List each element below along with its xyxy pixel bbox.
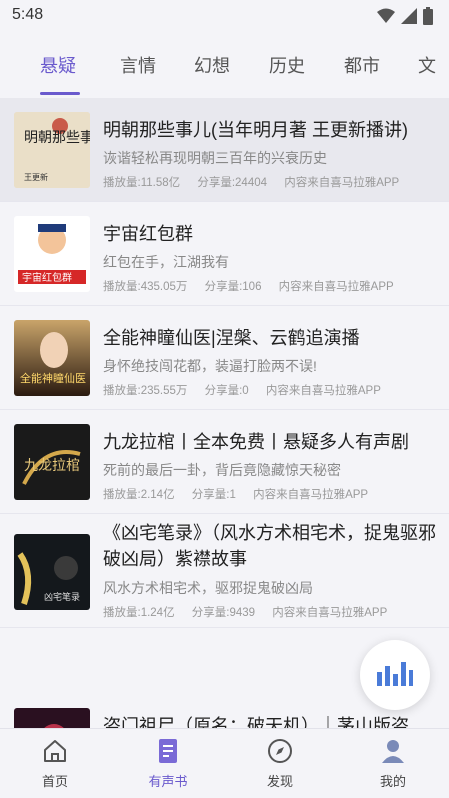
equalizer-icon: [376, 660, 414, 691]
play-count: 播放量:1.24亿: [103, 607, 175, 619]
book-title: 明朝那些事儿(当年明月著 王更新播讲): [103, 120, 408, 140]
cover-author-text: 王更新: [24, 172, 48, 182]
tab-history[interactable]: 历史: [269, 52, 305, 78]
book-cover: 凶宅笔录: [14, 534, 90, 610]
home-icon: [41, 737, 69, 765]
tab-literature[interactable]: 文: [418, 52, 436, 78]
play-count: 播放量:435.05万: [103, 281, 188, 293]
book-cover: 明朝那些事儿 王更新: [14, 112, 90, 188]
share-count: 分享量:9439: [191, 607, 256, 619]
book-cover: 九龙拉棺: [14, 424, 90, 500]
book-meta: 播放量:435.05万 分享量:106 内容来自喜马拉雅APP: [103, 278, 443, 294]
list-item[interactable]: 宇宙红包群 宇宙红包群 红包在手，江湖我有 播放量:435.05万 分享量:10…: [0, 202, 449, 306]
book-description: 红包在手，江湖我有: [103, 254, 229, 270]
wifi-icon: [377, 8, 395, 29]
book-cover: [14, 708, 90, 728]
nav-profile[interactable]: 我的: [348, 737, 438, 790]
book-title: 九龙拉棺丨全本免费丨悬疑多人有声剧: [103, 432, 409, 452]
nav-discover-label: 发现: [266, 774, 293, 789]
cover-title-text: 明朝那些事儿: [24, 130, 90, 146]
tab-urban[interactable]: 都市: [344, 52, 380, 78]
content-source: 内容来自喜马拉雅APP: [253, 489, 369, 501]
book-meta: 播放量:2.14亿 分享量:1 内容来自喜马拉雅APP: [103, 486, 443, 502]
content-source: 内容来自喜马拉雅APP: [278, 281, 394, 293]
book-title: 全能神瞳仙医|涅槃、云鹤追演播: [103, 328, 360, 348]
signal-icon: [401, 8, 417, 29]
profile-icon: [379, 737, 407, 765]
book-meta: 播放量:235.55万 分享量:0 内容来自喜马拉雅APP: [103, 382, 443, 398]
list-item[interactable]: 明朝那些事儿 王更新 明朝那些事儿(当年明月著 王更新播讲) 诙谐轻松再现明朝三…: [0, 98, 449, 202]
battery-icon: [423, 7, 433, 30]
book-meta: 播放量:11.58亿 分享量:24404 内容来自喜马拉雅APP: [103, 174, 443, 190]
status-bar: 5:48: [0, 0, 449, 32]
book-title: 《凶宅笔录》（风水方术相宅术，捉鬼驱邪破凶局）紫襟故事: [103, 523, 436, 569]
audio-player-fab[interactable]: [360, 640, 430, 710]
cover-title-text: 九龙拉棺: [24, 458, 80, 474]
book-meta: 播放量:1.24亿 分享量:9439 内容来自喜马拉雅APP: [103, 604, 443, 620]
category-tabs: 悬疑 言情 幻想 历史 都市 文: [0, 32, 449, 98]
book-description: 风水方术相宅术，驱邪捉鬼破凶局: [103, 580, 313, 596]
compass-icon: [266, 737, 294, 765]
book-title: 宇宙红包群: [103, 224, 193, 244]
book-description: 身怀绝技闯花都，装逼打脸两不误!: [103, 358, 317, 374]
book-description: 死前的最后一卦，背后竟隐藏惊天秘密: [103, 462, 341, 478]
bottom-navigation: 首页 有声书 发现 我的: [0, 728, 449, 798]
active-tab-indicator: [40, 92, 80, 95]
audiobook-list: 明朝那些事儿 王更新 明朝那些事儿(当年明月著 王更新播讲) 诙谐轻松再现明朝三…: [0, 98, 449, 728]
play-count: 播放量:235.55万: [103, 385, 188, 397]
list-item[interactable]: 全能神瞳仙医 全能神瞳仙医|涅槃、云鹤追演播 身怀绝技闯花都，装逼打脸两不误! …: [0, 306, 449, 410]
nav-audiobook-label: 有声书: [148, 774, 188, 789]
nav-discover[interactable]: 发现: [235, 737, 325, 790]
play-count: 播放量:11.58亿: [103, 177, 181, 189]
share-count: 分享量:1: [191, 489, 236, 501]
book-cover: 全能神瞳仙医: [14, 320, 90, 396]
status-time: 5:48: [12, 6, 44, 23]
book-title: 盗门祖尸（原名：破天机）｜茅山版盗: [103, 716, 409, 728]
book-description: 诙谐轻松再现明朝三百年的兴衰历史: [103, 150, 327, 166]
audiobook-icon: [154, 737, 182, 765]
play-count: 播放量:2.14亿: [103, 489, 175, 501]
nav-audiobook[interactable]: 有声书: [123, 737, 213, 790]
book-cover: 宇宙红包群: [14, 216, 90, 292]
cover-title-text: 凶宅笔录: [44, 591, 80, 603]
tab-fantasy[interactable]: 幻想: [194, 52, 230, 78]
list-item[interactable]: 凶宅笔录 《凶宅笔录》（风水方术相宅术，捉鬼驱邪破凶局）紫襟故事 风水方术相宅术…: [0, 514, 449, 628]
content-source: 内容来自喜马拉雅APP: [284, 177, 400, 189]
cover-title-text: 宇宙红包群: [22, 271, 72, 284]
tab-suspense[interactable]: 悬疑: [40, 52, 76, 78]
share-count: 分享量:106: [204, 281, 262, 293]
list-item[interactable]: 九龙拉棺 九龙拉棺丨全本免费丨悬疑多人有声剧 死前的最后一卦，背后竟隐藏惊天秘密…: [0, 410, 449, 514]
content-source: 内容来自喜马拉雅APP: [265, 385, 381, 397]
status-icons: [377, 7, 433, 30]
nav-home-label: 首页: [41, 774, 68, 789]
share-count: 分享量:0: [204, 385, 249, 397]
tab-romance[interactable]: 言情: [120, 52, 156, 78]
cover-title-text: 全能神瞳仙医: [20, 371, 86, 385]
nav-profile-label: 我的: [379, 774, 406, 789]
nav-home[interactable]: 首页: [10, 737, 100, 790]
content-source: 内容来自喜马拉雅APP: [272, 607, 388, 619]
share-count: 分享量:24404: [197, 177, 268, 189]
